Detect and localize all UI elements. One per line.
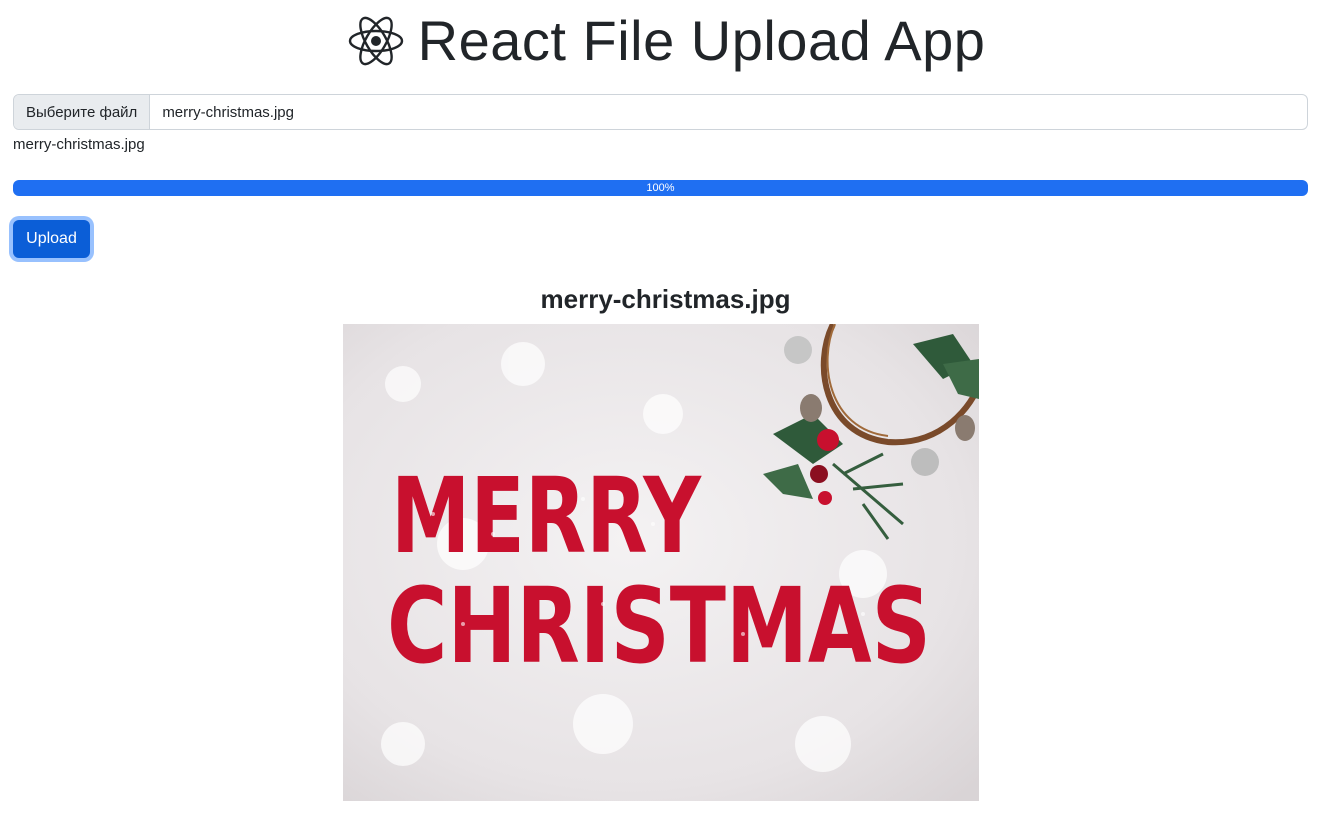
preview-title: merry-christmas.jpg — [540, 284, 791, 314]
react-logo-icon — [348, 16, 403, 66]
page: React File Upload App Выберите файл merr… — [0, 0, 1331, 837]
upload-progress: 100% — [13, 180, 1308, 196]
christmas-image: MERRY CHRISTMAS — [343, 324, 979, 801]
image-text-christmas: CHRISTMAS — [387, 565, 931, 687]
choose-file-button[interactable]: Выберите файл — [14, 95, 151, 129]
app-title: React File Upload App — [417, 9, 986, 72]
preview-image: MERRY CHRISTMAS — [343, 324, 979, 801]
image-text-merry: MERRY — [391, 455, 702, 577]
upload-button[interactable]: Upload — [13, 220, 90, 258]
file-input[interactable]: Выберите файл merry-christmas.jpg — [13, 94, 1308, 130]
selected-file-name: merry-christmas.jpg — [162, 103, 294, 121]
selected-file-label: merry-christmas.jpg — [13, 136, 145, 153]
upload-progress-bar: 100% — [13, 180, 1308, 196]
header: React File Upload App — [0, 6, 1331, 76]
